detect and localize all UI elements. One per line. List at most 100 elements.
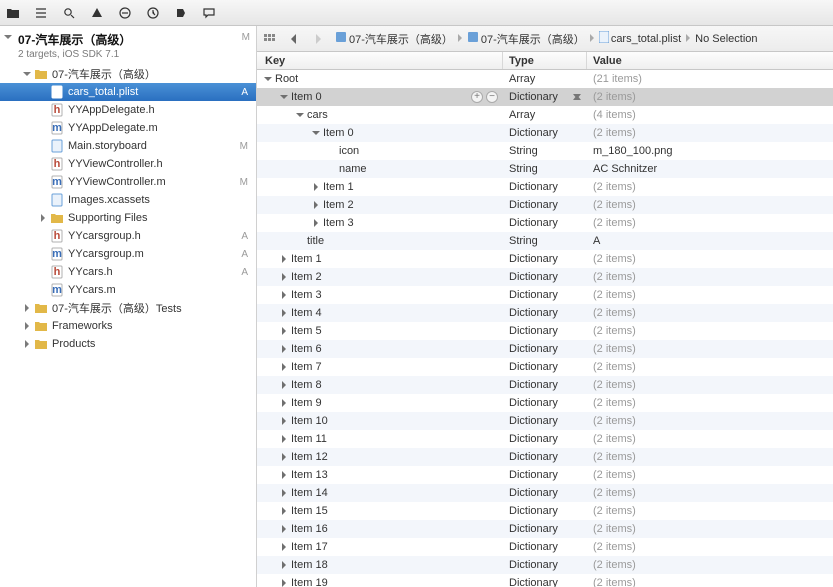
symbol-navigator-icon[interactable] xyxy=(34,6,48,20)
sidebar-item[interactable]: mYYcars.m xyxy=(0,281,256,299)
plist-key[interactable]: Item 0 xyxy=(323,127,354,139)
disclosure-icon[interactable] xyxy=(279,561,289,569)
plist-type[interactable]: Dictionary xyxy=(503,541,587,553)
plist-row[interactable]: Item 19Dictionary(2 items) xyxy=(257,574,833,587)
col-type[interactable]: Type xyxy=(503,52,587,69)
plist-row[interactable]: Item 15Dictionary(2 items) xyxy=(257,502,833,520)
plist-value[interactable]: A xyxy=(587,235,833,247)
disclosure-icon[interactable] xyxy=(279,507,289,515)
sidebar-item[interactable]: 07-汽车展示（高级） xyxy=(0,65,256,83)
disclosure-icon[interactable] xyxy=(279,273,289,281)
plist-value[interactable]: (2 items) xyxy=(587,343,833,355)
breadcrumb-item[interactable]: 07-汽车展示（高级） xyxy=(349,31,453,47)
plist-row[interactable]: Item 4Dictionary(2 items) xyxy=(257,304,833,322)
disclosure-icon[interactable] xyxy=(263,75,273,83)
remove-row-button[interactable]: − xyxy=(486,91,498,103)
disclosure-icon[interactable] xyxy=(279,417,289,425)
debug-navigator-icon[interactable] xyxy=(146,6,160,20)
disclosure-icon[interactable] xyxy=(22,304,32,312)
plist-type[interactable]: Dictionary xyxy=(503,343,587,355)
plist-type[interactable]: Dictionary xyxy=(503,325,587,337)
sidebar-item[interactable]: hYYcars.hA xyxy=(0,263,256,281)
plist-key[interactable]: Item 3 xyxy=(323,217,354,229)
sidebar-item[interactable]: hYYViewController.h xyxy=(0,155,256,173)
plist-row[interactable]: Item 6 Dictionary(2 items) xyxy=(257,340,833,358)
disclosure-icon[interactable] xyxy=(279,471,289,479)
plist-row[interactable]: Item 18Dictionary(2 items) xyxy=(257,556,833,574)
plist-type[interactable]: String xyxy=(503,145,587,157)
sidebar-item[interactable]: Products xyxy=(0,335,256,353)
plist-type[interactable]: Dictionary xyxy=(503,289,587,301)
plist-key[interactable]: Item 14 xyxy=(291,487,328,499)
plist-value[interactable]: (21 items) xyxy=(587,73,833,85)
plist-key[interactable]: title xyxy=(307,235,324,247)
plist-value[interactable]: (2 items) xyxy=(587,469,833,481)
disclosure-icon[interactable] xyxy=(279,309,289,317)
plist-value[interactable]: (2 items) xyxy=(587,307,833,319)
disclosure-icon[interactable] xyxy=(22,70,32,78)
breadcrumb-item[interactable]: No Selection xyxy=(695,33,757,45)
disclosure-icon[interactable] xyxy=(279,93,289,101)
plist-type[interactable]: Dictionary xyxy=(503,433,587,445)
plist-type[interactable]: Dictionary xyxy=(503,199,587,211)
plist-value[interactable]: (2 items) xyxy=(587,379,833,391)
plist-row[interactable]: Item 12Dictionary(2 items) xyxy=(257,448,833,466)
plist-key[interactable]: Item 13 xyxy=(291,469,328,481)
plist-type[interactable]: Array xyxy=(503,73,587,85)
disclosure-icon[interactable] xyxy=(279,327,289,335)
disclosure-icon[interactable] xyxy=(279,525,289,533)
sidebar-item[interactable]: cars_total.plistA xyxy=(0,83,256,101)
plist-key[interactable]: Item 10 xyxy=(291,415,328,427)
disclosure-icon[interactable] xyxy=(38,214,48,222)
add-row-button[interactable]: + xyxy=(471,91,483,103)
plist-value[interactable]: (2 items) xyxy=(587,433,833,445)
plist-value[interactable]: (2 items) xyxy=(587,289,833,301)
plist-row[interactable]: title StringA xyxy=(257,232,833,250)
plist-key[interactable]: Item 2 xyxy=(323,199,354,211)
breadcrumb-item[interactable]: cars_total.plist xyxy=(611,33,681,45)
col-key[interactable]: Key xyxy=(257,52,503,69)
plist-type[interactable]: Dictionary xyxy=(503,253,587,265)
disclosure-icon[interactable] xyxy=(311,201,321,209)
disclosure-icon[interactable] xyxy=(279,255,289,263)
plist-key[interactable]: Item 1 xyxy=(323,181,354,193)
plist-type[interactable]: Dictionary xyxy=(503,91,587,103)
plist-key[interactable]: Root xyxy=(275,73,298,85)
disclosure-icon[interactable] xyxy=(22,340,32,348)
plist-key[interactable]: icon xyxy=(339,145,359,157)
plist-row[interactable]: Item 3Dictionary(2 items) xyxy=(257,214,833,232)
plist-value[interactable]: (2 items) xyxy=(587,361,833,373)
plist-type[interactable]: Dictionary xyxy=(503,523,587,535)
sidebar-item[interactable]: Main.storyboardM xyxy=(0,137,256,155)
plist-type[interactable]: Dictionary xyxy=(503,415,587,427)
sidebar-item[interactable]: 07-汽车展示（高级）Tests xyxy=(0,299,256,317)
plist-type[interactable]: String xyxy=(503,163,587,175)
plist-row[interactable]: Item 9Dictionary(2 items) xyxy=(257,394,833,412)
plist-key[interactable]: Item 17 xyxy=(291,541,328,553)
test-navigator-icon[interactable] xyxy=(118,6,132,20)
sidebar-item[interactable]: Supporting Files xyxy=(0,209,256,227)
plist-row[interactable]: Item 17Dictionary(2 items) xyxy=(257,538,833,556)
issue-navigator-icon[interactable] xyxy=(90,6,104,20)
plist-key[interactable]: Item 8 xyxy=(291,379,322,391)
disclosure-icon[interactable] xyxy=(22,322,32,330)
disclosure-icon[interactable] xyxy=(279,363,289,371)
plist-key[interactable]: Item 6 xyxy=(291,343,322,355)
plist-row[interactable]: Item 5Dictionary(2 items) xyxy=(257,322,833,340)
plist-row[interactable]: carsArray(4 items) xyxy=(257,106,833,124)
plist-value[interactable]: (2 items) xyxy=(587,253,833,265)
plist-type[interactable]: Dictionary xyxy=(503,127,587,139)
sidebar-item[interactable]: mYYcarsgroup.mA xyxy=(0,245,256,263)
plist-row[interactable]: Root Array(21 items) xyxy=(257,70,833,88)
plist-value[interactable]: (2 items) xyxy=(587,217,833,229)
disclosure-icon[interactable] xyxy=(311,129,321,137)
plist-key[interactable]: Item 9 xyxy=(291,397,322,409)
log-navigator-icon[interactable] xyxy=(202,6,216,20)
disclosure-icon[interactable] xyxy=(279,345,289,353)
plist-type[interactable]: String xyxy=(503,235,587,247)
plist-value[interactable]: (2 items) xyxy=(587,271,833,283)
plist-value[interactable]: (2 items) xyxy=(587,559,833,571)
sidebar-item[interactable]: hYYcarsgroup.hA xyxy=(0,227,256,245)
disclosure-icon[interactable] xyxy=(279,579,289,587)
plist-key[interactable]: Item 1 xyxy=(291,253,322,265)
